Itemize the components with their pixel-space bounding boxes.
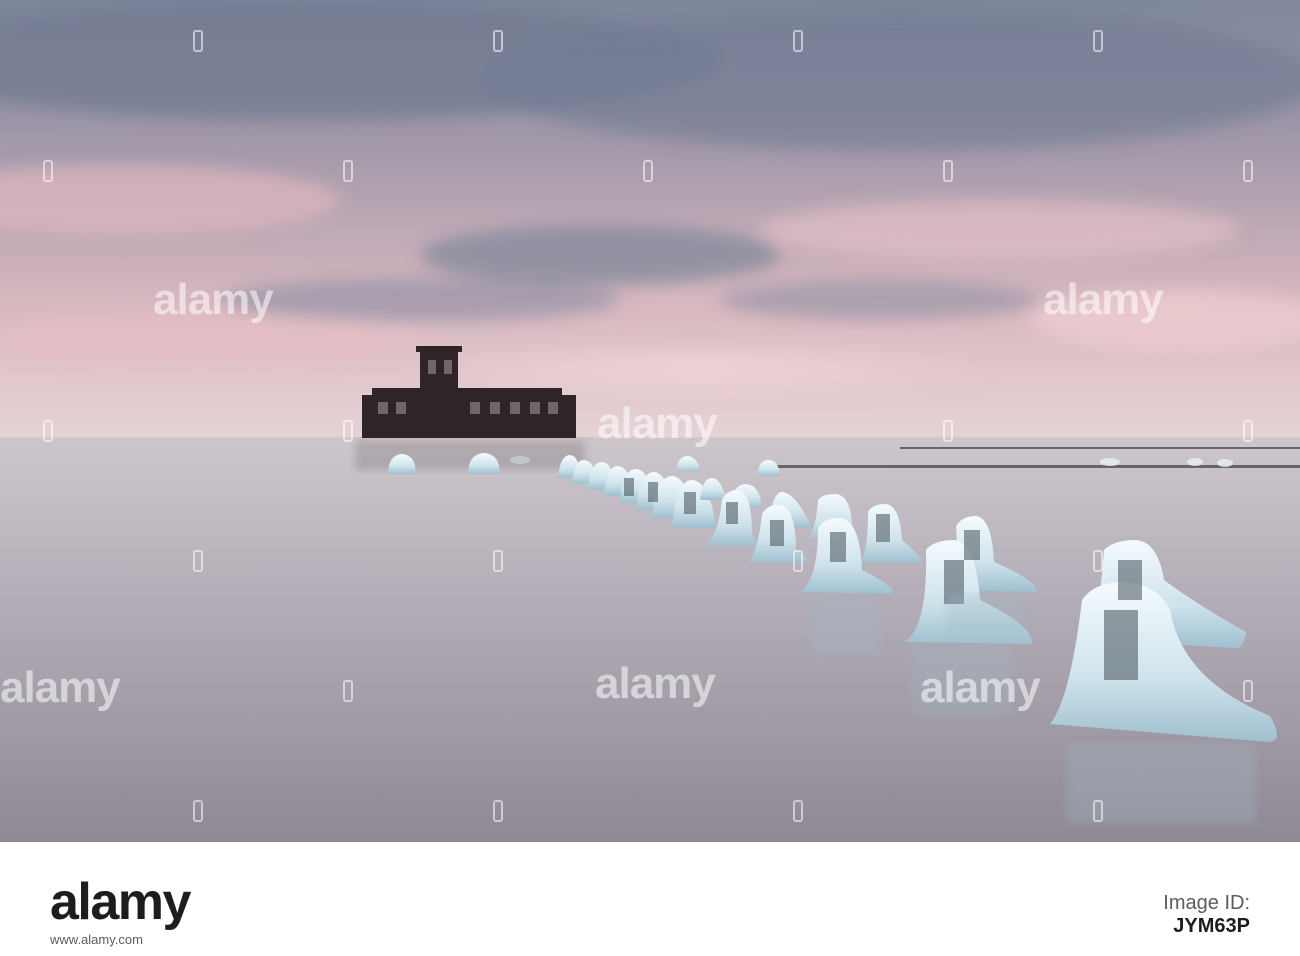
watermark-text: alamy	[920, 663, 1041, 712]
watermark-text: alamy	[597, 399, 718, 448]
watermark-symbol	[493, 550, 503, 572]
watermark-symbol	[343, 680, 353, 702]
watermark-text: alamy	[595, 659, 716, 708]
watermark-symbol	[793, 550, 803, 572]
watermark-symbol	[1243, 160, 1253, 182]
watermark-symbol	[1243, 420, 1253, 442]
watermark-symbol	[1093, 30, 1103, 52]
watermark-symbol	[343, 420, 353, 442]
watermark-text: alamy	[153, 275, 274, 324]
watermark-symbol	[193, 550, 203, 572]
watermark-symbol	[943, 420, 953, 442]
brand-url[interactable]: www.alamy.com	[50, 932, 143, 947]
watermark-symbol	[1243, 680, 1253, 702]
image-id-value: JYM63P	[1173, 915, 1250, 937]
watermark-symbol	[43, 420, 53, 442]
watermark-symbol	[493, 30, 503, 52]
watermark-symbol	[943, 160, 953, 182]
brand-logo[interactable]: alamy	[50, 872, 191, 932]
watermark-symbol	[193, 800, 203, 822]
watermark-text: alamy	[0, 663, 121, 712]
watermark-symbol	[793, 800, 803, 822]
stock-photo-frame: alamy alamy alamy alamy alamy alamy alam…	[0, 0, 1300, 956]
footer-bar: alamy www.alamy.com Image ID: JYM63P	[0, 842, 1300, 956]
watermark-symbol	[193, 30, 203, 52]
watermark-symbol	[1093, 800, 1103, 822]
watermark-symbol	[493, 800, 503, 822]
watermark-symbol	[1093, 550, 1103, 572]
image-id: Image ID: JYM63P	[1163, 892, 1250, 938]
watermark-symbol	[643, 160, 653, 182]
photo-seascape: alamy alamy alamy alamy alamy alamy	[0, 0, 1300, 842]
watermark-symbol	[793, 30, 803, 52]
watermark-text: alamy	[1043, 275, 1164, 324]
watermark-symbol	[43, 160, 53, 182]
watermark-symbol	[343, 160, 353, 182]
image-id-label: Image ID:	[1163, 892, 1250, 914]
